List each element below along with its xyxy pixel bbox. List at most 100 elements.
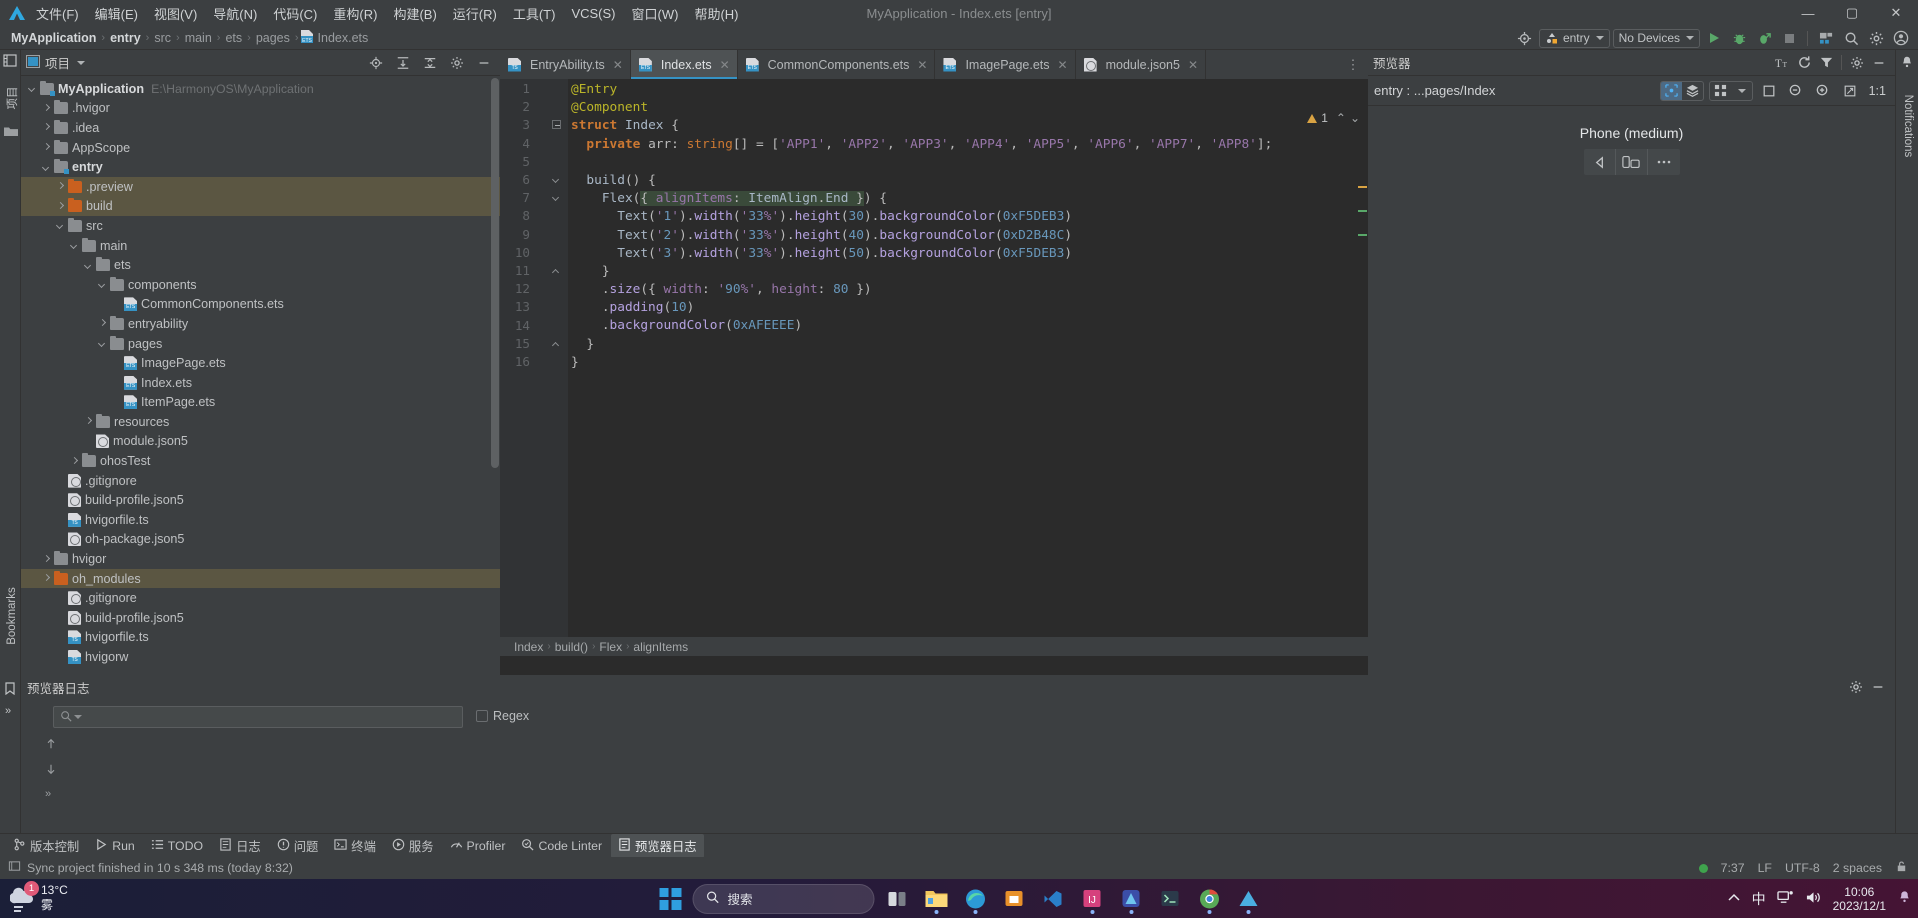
tree-item-entryability[interactable]: entryability (21, 314, 500, 334)
idea-icon[interactable]: IJ (1076, 882, 1109, 915)
debug-button[interactable] (1728, 27, 1750, 49)
code-line[interactable]: Text('3').width('33%').height(50).backgr… (568, 245, 1368, 263)
code-line[interactable]: struct Index { (568, 117, 1368, 135)
tree-toggle-icon[interactable] (55, 612, 66, 623)
breadcrumb-entry[interactable]: entry (107, 31, 144, 45)
tree-item--hvigor[interactable]: .hvigor (21, 99, 500, 119)
tree-item-hvigorw[interactable]: TShvigorw (21, 647, 500, 667)
bottom-tab-run[interactable]: Run (88, 835, 142, 857)
fold-marker[interactable] (552, 175, 563, 186)
code-line[interactable]: Flex({ alignItems: ItemAlign.End }) { (568, 190, 1368, 208)
code-line[interactable] (568, 154, 1368, 172)
tree-toggle-icon[interactable] (55, 514, 66, 525)
zoom-level[interactable]: 1:1 (1866, 84, 1889, 98)
stop-button[interactable] (1778, 27, 1800, 49)
volume-icon[interactable] (1805, 890, 1822, 908)
grid-icon[interactable] (1710, 82, 1731, 100)
tree-toggle-icon[interactable] (41, 142, 52, 153)
tree-toggle-icon[interactable] (41, 103, 52, 114)
editor-breadcrumb-0[interactable]: Index (514, 640, 543, 654)
bell-icon[interactable] (1900, 55, 1914, 72)
close-icon[interactable]: ✕ (613, 58, 623, 72)
warning-mark[interactable] (1358, 186, 1367, 188)
menu-navigate[interactable]: 导航(N) (205, 1, 265, 26)
layers-icon[interactable] (1682, 82, 1703, 100)
breadcrumb-src[interactable]: src (151, 31, 174, 45)
locate-icon[interactable] (365, 52, 387, 74)
change-mark[interactable] (1358, 234, 1367, 236)
tree-toggle-icon[interactable] (55, 201, 66, 212)
editor-tab-index-ets[interactable]: ETSIndex.ets✕ (631, 50, 738, 79)
minimize-button[interactable]: — (1786, 0, 1830, 26)
file-explorer-icon[interactable] (920, 882, 953, 915)
tree-toggle-icon[interactable] (111, 397, 122, 408)
notifications-label[interactable]: Notifications (1902, 86, 1914, 166)
run-with-profiler-button[interactable] (1753, 27, 1775, 49)
fold-marker[interactable] (552, 339, 563, 350)
tree-item-myapplication[interactable]: MyApplicationE:\HarmonyOS\MyApplication (21, 79, 500, 99)
chevron-down-icon[interactable] (1731, 82, 1752, 100)
arrow-down-icon[interactable] (45, 763, 57, 778)
run-button[interactable] (1703, 27, 1725, 49)
device-selector[interactable]: No Devices (1613, 29, 1700, 48)
breadcrumb-main[interactable]: main (182, 31, 215, 45)
tree-toggle-icon[interactable] (111, 358, 122, 369)
menu-refactor[interactable]: 重构(R) (325, 1, 385, 26)
terminal-icon[interactable] (1154, 882, 1187, 915)
project-tree[interactable]: MyApplicationE:\HarmonyOS\MyApplication.… (21, 76, 500, 675)
tree-toggle-icon[interactable] (55, 495, 66, 506)
tree-item-entry[interactable]: entry (21, 157, 500, 177)
code-line[interactable]: private arr: string[] = ['APP1', 'APP2',… (568, 136, 1368, 154)
menu-edit[interactable]: 编辑(E) (87, 1, 146, 26)
tree-toggle-icon[interactable] (83, 416, 94, 427)
tree-toggle-icon[interactable] (83, 260, 94, 271)
zoom-out-icon[interactable] (1785, 80, 1807, 102)
tree-toggle-icon[interactable] (69, 456, 80, 467)
tree-toggle-icon[interactable] (55, 632, 66, 643)
tree-item-oh-package-json5[interactable]: oh-package.json5 (21, 530, 500, 550)
more-icon[interactable] (1648, 149, 1679, 175)
tree-toggle-icon[interactable] (111, 377, 122, 388)
editor-breadcrumb-3[interactable]: alignItems (633, 640, 688, 654)
lock-icon[interactable] (1895, 860, 1908, 876)
bottom-tab-profiler[interactable]: Profiler (443, 835, 513, 857)
code-line[interactable]: .size({ width: '90%', height: 80 }) (568, 281, 1368, 299)
chevron-down-icon[interactable]: ⌄ (1350, 111, 1360, 125)
chevron-down-icon[interactable] (77, 61, 85, 65)
tree-item-hvigor[interactable]: hvigor (21, 549, 500, 569)
bottom-tab---[interactable]: 问题 (270, 834, 326, 858)
line-separator[interactable]: LF (1758, 861, 1772, 875)
code-editor[interactable]: 12345678910111213141516 @Entry@Component… (500, 79, 1368, 656)
tree-item-oh-modules[interactable]: oh_modules (21, 569, 500, 589)
breadcrumb-pages[interactable]: pages (253, 31, 293, 45)
tree-scrollbar[interactable] (491, 78, 499, 468)
regex-toggle[interactable]: Regex (476, 709, 529, 723)
code-line[interactable]: .padding(10) (568, 299, 1368, 317)
tree-item--gitignore[interactable]: .gitignore (21, 588, 500, 608)
indent-setting[interactable]: 2 spaces (1833, 861, 1882, 875)
bottom-tab-code-linter[interactable]: Code Linter (514, 835, 609, 857)
tree-toggle-icon[interactable] (97, 279, 108, 290)
hide-icon[interactable] (1868, 52, 1890, 74)
editor-breadcrumb-2[interactable]: Flex (599, 640, 622, 654)
tree-toggle-icon[interactable] (83, 436, 94, 447)
tree-item-ets[interactable]: ets (21, 255, 500, 275)
settings-gear-icon[interactable] (446, 52, 468, 74)
bottom-tab------[interactable]: 预览器日志 (611, 834, 704, 858)
fold-marker[interactable] (552, 120, 563, 131)
ime-chinese-icon[interactable]: 中 (1752, 889, 1766, 909)
account-icon[interactable] (1890, 27, 1912, 49)
code-line[interactable]: Text('1').width('33%').height(30).backgr… (568, 208, 1368, 226)
filter-icon[interactable] (1815, 52, 1837, 74)
code-content[interactable]: @Entry@Componentstruct Index { private a… (568, 79, 1368, 656)
vscode-icon[interactable] (1037, 882, 1070, 915)
store-icon[interactable] (998, 882, 1031, 915)
tree-item-build-profile-json5[interactable]: build-profile.json5 (21, 490, 500, 510)
refresh-icon[interactable] (1793, 52, 1815, 74)
tree-toggle-icon[interactable] (97, 338, 108, 349)
expand-rail-icon[interactable]: » (5, 705, 11, 717)
breadcrumb-ets[interactable]: ets (222, 31, 245, 45)
hide-icon[interactable] (1867, 676, 1889, 698)
tree-item-module-json5[interactable]: module.json5 (21, 432, 500, 452)
tree-item-main[interactable]: main (21, 236, 500, 256)
